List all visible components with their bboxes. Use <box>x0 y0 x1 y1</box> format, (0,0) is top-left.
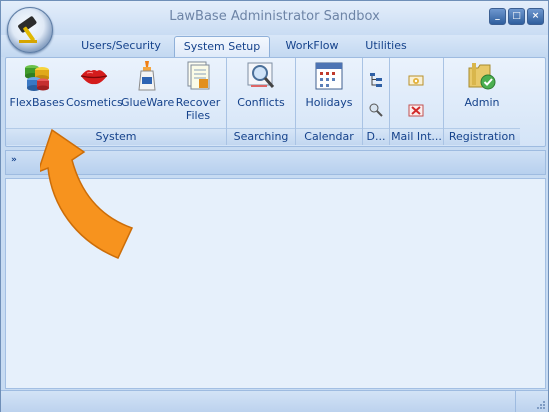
qat-expand-button[interactable]: » <box>11 155 17 165</box>
ribbon-group-d: D... <box>363 58 390 145</box>
tab-users-security[interactable]: Users/Security <box>75 36 167 56</box>
title-bar: LawBase Administrator Sandbox _ □ × <box>1 1 548 35</box>
folder-check-icon <box>468 63 496 90</box>
conflicts-button[interactable]: Conflicts <box>231 60 291 109</box>
status-divider <box>515 391 516 412</box>
magnifier-document-icon <box>247 62 275 88</box>
ribbon-group-label-d: D... <box>363 128 389 145</box>
ribbon-group-searching: Conflicts Searching <box>227 58 296 145</box>
close-button[interactable]: × <box>527 8 544 25</box>
ribbon-tab-bar: Users/Security System Setup WorkFlow Uti… <box>1 35 548 57</box>
ribbon-group-label-mail-integration: Mail Int... <box>390 128 443 145</box>
database-stack-icon <box>25 65 49 91</box>
holidays-button[interactable]: Holidays <box>300 60 358 109</box>
app-logo-button[interactable] <box>7 7 53 53</box>
recover-files-icon <box>187 61 210 90</box>
ribbon-group-label-calendar: Calendar <box>296 128 362 145</box>
lips-icon <box>80 70 108 85</box>
window-title: LawBase Administrator Sandbox <box>169 9 380 24</box>
orange-arrow-icon <box>40 128 134 259</box>
admin-label: Admin <box>464 96 500 109</box>
glueware-button[interactable]: GlueWare <box>121 60 175 109</box>
search-gear-icon[interactable] <box>368 102 384 118</box>
ribbon-group-label-searching: Searching <box>227 128 295 145</box>
cosmetics-button[interactable]: Cosmetics <box>66 60 123 109</box>
gavel-icon <box>18 16 37 43</box>
status-bar <box>1 390 548 412</box>
flexbases-button[interactable]: FlexBases <box>9 60 65 109</box>
cosmetics-label: Cosmetics <box>66 96 123 109</box>
ribbon-group-calendar: Holidays Calendar <box>296 58 363 145</box>
flexbases-label: FlexBases <box>9 96 65 109</box>
mail-delete-icon[interactable] <box>408 102 424 118</box>
conflicts-label: Conflicts <box>237 96 285 109</box>
mail-gear-icon[interactable] <box>408 72 424 88</box>
recover-files-label: Recover Files <box>175 96 221 122</box>
ribbon-group-registration: Admin Registration <box>444 58 520 145</box>
tree-icon[interactable] <box>368 72 384 88</box>
admin-button[interactable]: Admin <box>454 60 510 109</box>
ribbon-group-mail-integration: Mail Int... <box>390 58 444 145</box>
minimize-button[interactable]: _ <box>489 8 506 25</box>
maximize-button[interactable]: □ <box>508 8 525 25</box>
resize-grip-icon[interactable] <box>535 399 545 409</box>
tab-system-setup[interactable]: System Setup <box>174 36 270 57</box>
tab-utilities[interactable]: Utilities <box>356 36 416 56</box>
recover-files-button[interactable]: Recover Files <box>173 60 223 122</box>
glueware-label: GlueWare <box>121 96 175 109</box>
holidays-label: Holidays <box>305 96 353 109</box>
ribbon-group-label-registration: Registration <box>444 128 520 145</box>
glue-bottle-icon <box>138 61 156 91</box>
tab-workflow[interactable]: WorkFlow <box>277 36 347 56</box>
calendar-icon <box>315 62 343 90</box>
